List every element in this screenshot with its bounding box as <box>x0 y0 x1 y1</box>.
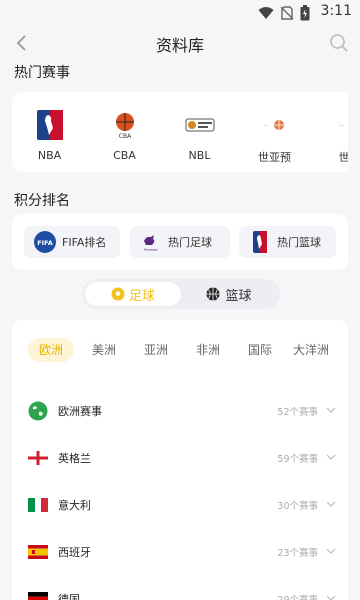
sport-tabs: 足球 篮球 <box>82 279 280 309</box>
rank-button-label: FIFA排名 <box>62 236 107 249</box>
globe-icon <box>28 401 48 421</box>
list-item[interactable]: 意大利 30个赛事 <box>12 492 348 522</box>
list-item[interactable]: 德国 29个赛事 <box>12 586 348 600</box>
germany-flag <box>28 592 48 600</box>
nba-icon <box>249 231 271 253</box>
hot-event-label: 世欧 <box>338 151 349 164</box>
hot-events-title: 热门赛事 <box>14 65 70 81</box>
rank-button-label: 热门篮球 <box>277 236 321 249</box>
hot-football-button[interactable]: Premier 热门足球 <box>130 226 230 258</box>
svg-text:·-: ·- <box>338 121 344 130</box>
region-tab-asia[interactable]: 亚洲 <box>132 338 180 362</box>
list-item-count: 30个赛事 <box>277 501 318 512</box>
region-tab-europe[interactable]: 欧洲 <box>28 338 74 362</box>
search-icon[interactable] <box>328 32 350 54</box>
header: 资料库 <box>0 28 360 58</box>
fifa-icon: FIFA <box>34 231 56 253</box>
wifi-icon <box>258 7 274 19</box>
svg-text:Premier: Premier <box>144 248 158 252</box>
list-item-count: 29个赛事 <box>277 592 318 600</box>
region-tab-international[interactable]: 国际 <box>236 338 284 362</box>
hot-basketball-button[interactable]: 热门篮球 <box>239 226 336 258</box>
list-item-name: 英格兰 <box>58 452 91 465</box>
fifa-rank-button[interactable]: FIFA FIFA排名 <box>24 226 120 258</box>
nbl-logo <box>185 110 215 140</box>
list-item-name: 西班牙 <box>58 546 91 559</box>
chevron-down-icon <box>326 407 336 413</box>
spain-flag <box>28 545 48 559</box>
hot-event-nbl[interactable]: NBL <box>162 92 237 172</box>
ranking-title: 积分排名 <box>14 193 70 209</box>
region-tabs: 欧洲 美洲 亚洲 非洲 国际 大洋洲 <box>28 338 336 362</box>
fiba-europe-logo: ·- <box>335 110 349 140</box>
ranking-card: FIFA FIFA排名 Premier 热门足球 热门篮球 <box>12 214 348 270</box>
region-tab-oceania[interactable]: 大洋洲 <box>286 338 336 362</box>
tab-football[interactable]: 足球 <box>85 282 181 306</box>
page-title: 资料库 <box>155 36 204 55</box>
cba-logo: CBA <box>110 110 140 140</box>
fiba-asia-logo: ·- <box>260 110 290 140</box>
battery-icon <box>300 5 310 21</box>
svg-text:FIFA: FIFA <box>37 239 53 247</box>
chevron-down-icon <box>326 454 336 460</box>
list-item[interactable]: 西班牙 23个赛事 <box>12 539 348 569</box>
england-flag <box>28 451 48 465</box>
region-list-card: 欧洲 美洲 亚洲 非洲 国际 大洋洲 欧洲赛事 52个赛事 英格兰 59个赛事 … <box>12 320 348 600</box>
list-item-count: 52个赛事 <box>277 407 318 418</box>
hot-event-label: CBA <box>113 149 136 162</box>
svg-text:CBA: CBA <box>118 133 131 139</box>
chevron-down-icon <box>326 501 336 507</box>
chevron-down-icon <box>326 595 336 600</box>
svg-text:·-: ·- <box>263 121 269 130</box>
basketball-icon <box>206 287 220 301</box>
list-item-name: 德国 <box>58 593 80 600</box>
hot-event-cba[interactable]: CBA CBA <box>87 92 162 172</box>
region-tab-americas[interactable]: 美洲 <box>78 338 130 362</box>
status-bar: 3:11 <box>0 0 360 24</box>
hot-event-nba[interactable]: NBA <box>12 92 87 172</box>
tab-basketball-label: 篮球 <box>225 288 252 304</box>
region-tab-africa[interactable]: 非洲 <box>182 338 234 362</box>
hot-event-label: NBL <box>188 149 211 162</box>
list-item-name: 意大利 <box>58 499 91 512</box>
no-sim-icon <box>280 6 294 20</box>
list-item-name: 欧洲赛事 <box>58 405 102 418</box>
list-item-count: 59个赛事 <box>277 454 318 465</box>
tab-football-label: 足球 <box>128 288 155 304</box>
hot-events-card: NBA CBA CBA NBL ·- 世亚预 ·- 世欧 <box>12 92 348 172</box>
chevron-down-icon <box>326 548 336 554</box>
status-icons <box>258 5 310 21</box>
list-item[interactable]: 英格兰 59个赛事 <box>12 445 348 475</box>
nba-logo <box>35 110 65 140</box>
status-time: 3:11 <box>320 3 352 19</box>
italy-flag <box>28 498 48 512</box>
list-item[interactable]: 欧洲赛事 52个赛事 <box>12 398 348 428</box>
hot-event-fiba-europe[interactable]: ·- 世欧 <box>312 92 349 172</box>
hot-event-label: 世亚预 <box>258 151 291 164</box>
hot-event-label: NBA <box>37 149 62 162</box>
rank-button-label: 热门足球 <box>168 236 212 249</box>
tab-basketball[interactable]: 篮球 <box>194 282 264 306</box>
football-icon <box>111 287 125 301</box>
list-item-count: 23个赛事 <box>277 548 318 559</box>
hot-event-fiba-asia[interactable]: ·- 世亚预 <box>237 92 312 172</box>
premier-league-icon: Premier <box>140 231 162 253</box>
